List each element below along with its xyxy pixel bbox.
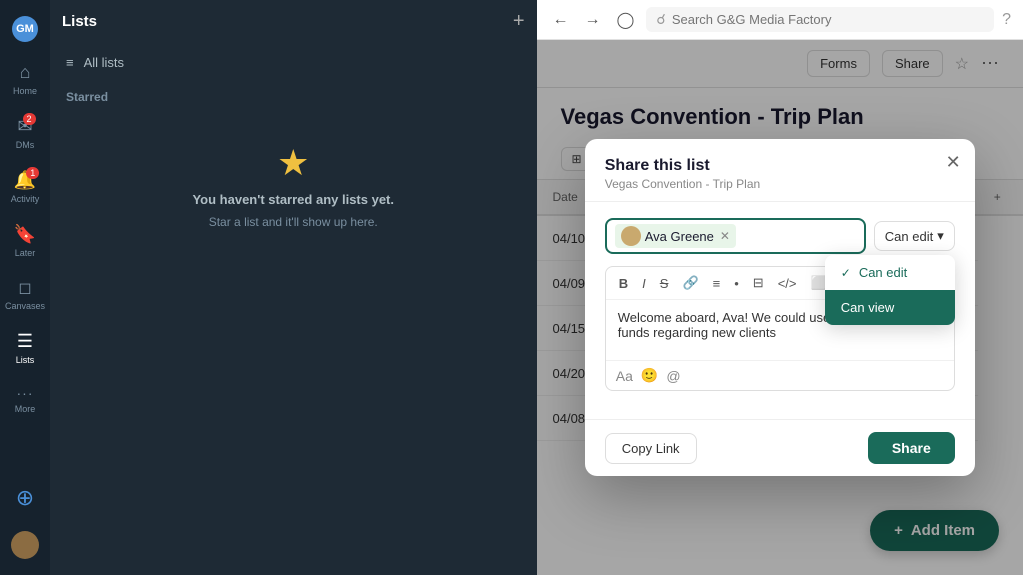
modal-header: Share this list Vegas Convention - Trip … <box>585 139 975 202</box>
sidebar-item-canvases[interactable]: ◻ Canvases <box>3 270 47 319</box>
lists-icon: ☰ <box>17 331 33 352</box>
share-recipient-row: Ava Greene ✕ Can edit ▾ ✓ <box>605 218 955 254</box>
modal-body: Ava Greene ✕ Can edit ▾ ✓ <box>585 202 975 419</box>
link-button[interactable]: 🔗 <box>677 273 703 293</box>
permission-button[interactable]: Can edit ▾ <box>874 221 955 251</box>
perm-option-can-edit[interactable]: ✓ Can edit <box>825 255 955 290</box>
activity-icon-wrap: 🔔 1 <box>14 170 36 191</box>
canvas-icon: ◻ <box>18 278 31 298</box>
check-icon: ✓ <box>841 266 851 280</box>
code-button[interactable]: </> <box>773 273 802 293</box>
chevron-down-icon: ▾ <box>937 228 944 244</box>
recipient-field[interactable]: Ava Greene ✕ <box>605 218 866 254</box>
star-icon: ★ <box>277 142 309 184</box>
mention-button[interactable]: @ <box>666 367 680 384</box>
sidebar-item-lists[interactable]: ☰ Lists <box>3 323 47 373</box>
user-avatar-small: GM <box>12 16 38 42</box>
modal-subtitle: Vegas Convention - Trip Plan <box>605 177 955 191</box>
modal-overlay: Share this list Vegas Convention - Trip … <box>537 40 1023 575</box>
search-icon: ☌ <box>656 11 665 28</box>
help-button[interactable]: ? <box>1002 11 1011 29</box>
strikethrough-button[interactable]: S <box>655 273 674 293</box>
sidebar: Lists + ≡ All lists Starred ★ You haven'… <box>50 0 537 575</box>
italic-button[interactable]: I <box>637 273 651 293</box>
sidebar-add-button[interactable]: + <box>513 10 525 33</box>
text-format-button[interactable]: Aa <box>616 367 633 384</box>
main-area: ← → ◯ ☌ ? Forms Share ☆ ⋯ Vegas Conventi… <box>537 0 1023 575</box>
sidebar-item-dms[interactable]: ✉ 2 DMs <box>3 108 47 158</box>
search-bar[interactable]: ☌ <box>646 7 994 32</box>
topbar: ← → ◯ ☌ ? <box>537 0 1023 40</box>
bold-button[interactable]: B <box>614 273 633 293</box>
sidebar-nav-all-lists[interactable]: ≡ All lists <box>50 47 537 78</box>
sidebar-item-home[interactable]: GM <box>3 8 47 50</box>
share-modal: Share this list Vegas Convention - Trip … <box>585 139 975 476</box>
recipient-chip: Ava Greene ✕ <box>615 224 736 248</box>
sidebar-nav: ≡ All lists <box>50 43 537 82</box>
dms-icon-wrap: ✉ 2 <box>17 116 32 137</box>
plus-circle-icon: ⊕ <box>16 485 34 511</box>
sidebar-item-more[interactable]: ··· More <box>3 377 47 422</box>
starred-empty-title: You haven't starred any lists yet. <box>192 192 394 207</box>
modal-title: Share this list <box>605 157 955 175</box>
bookmark-icon: 🔖 <box>14 224 36 245</box>
permission-dropdown: ✓ Can edit Can view <box>825 255 955 325</box>
history-button[interactable]: ◯ <box>613 6 639 34</box>
indent-button[interactable]: ⊟ <box>748 273 769 293</box>
sidebar-title: Lists <box>62 13 503 30</box>
emoji-button[interactable]: 🙂 <box>641 367 658 384</box>
sidebar-item-later[interactable]: 🔖 Later <box>3 216 47 266</box>
share-submit-button[interactable]: Share <box>868 432 955 464</box>
bullet-list-button[interactable]: • <box>729 273 744 293</box>
sidebar-item-home[interactable]: ⌂ Home <box>3 54 47 104</box>
recipient-avatar <box>621 226 641 246</box>
sidebar-header: Lists + <box>50 0 537 43</box>
ordered-list-button[interactable]: ≡ <box>708 273 726 293</box>
list-icon: ≡ <box>66 55 74 70</box>
activity-badge: 1 <box>26 167 39 179</box>
recipient-name: Ava Greene <box>645 229 714 244</box>
search-input[interactable] <box>672 12 984 27</box>
copy-link-button[interactable]: Copy Link <box>605 433 697 464</box>
chip-remove-button[interactable]: ✕ <box>720 229 730 243</box>
dms-badge: 2 <box>23 113 36 125</box>
perm-option-can-view[interactable]: Can view <box>825 290 955 325</box>
more-dots-icon: ··· <box>17 385 34 401</box>
forward-button[interactable]: → <box>581 7 605 33</box>
modal-close-button[interactable]: ✕ <box>946 153 961 171</box>
main-content: Forms Share ☆ ⋯ Vegas Convention - Trip … <box>537 40 1023 575</box>
add-button[interactable]: ⊕ <box>3 477 47 519</box>
editor-bottom-toolbar: Aa 🙂 @ <box>606 360 954 390</box>
home-icon: ⌂ <box>20 62 31 83</box>
user-avatar <box>11 531 39 559</box>
user-profile[interactable] <box>3 523 47 567</box>
permission-wrapper: Can edit ▾ ✓ Can edit Can view <box>874 221 955 251</box>
starred-empty-subtitle: Star a list and it'll show up here. <box>209 215 378 229</box>
sidebar-item-activity[interactable]: 🔔 1 Activity <box>3 162 47 212</box>
starred-section-label: Starred <box>50 82 537 112</box>
starred-empty-state: ★ You haven't starred any lists yet. Sta… <box>50 112 537 259</box>
back-button[interactable]: ← <box>549 7 573 33</box>
left-nav: GM ⌂ Home ✉ 2 DMs 🔔 1 Activity 🔖 Later ◻… <box>0 0 50 575</box>
modal-footer: Copy Link Share <box>585 419 975 476</box>
